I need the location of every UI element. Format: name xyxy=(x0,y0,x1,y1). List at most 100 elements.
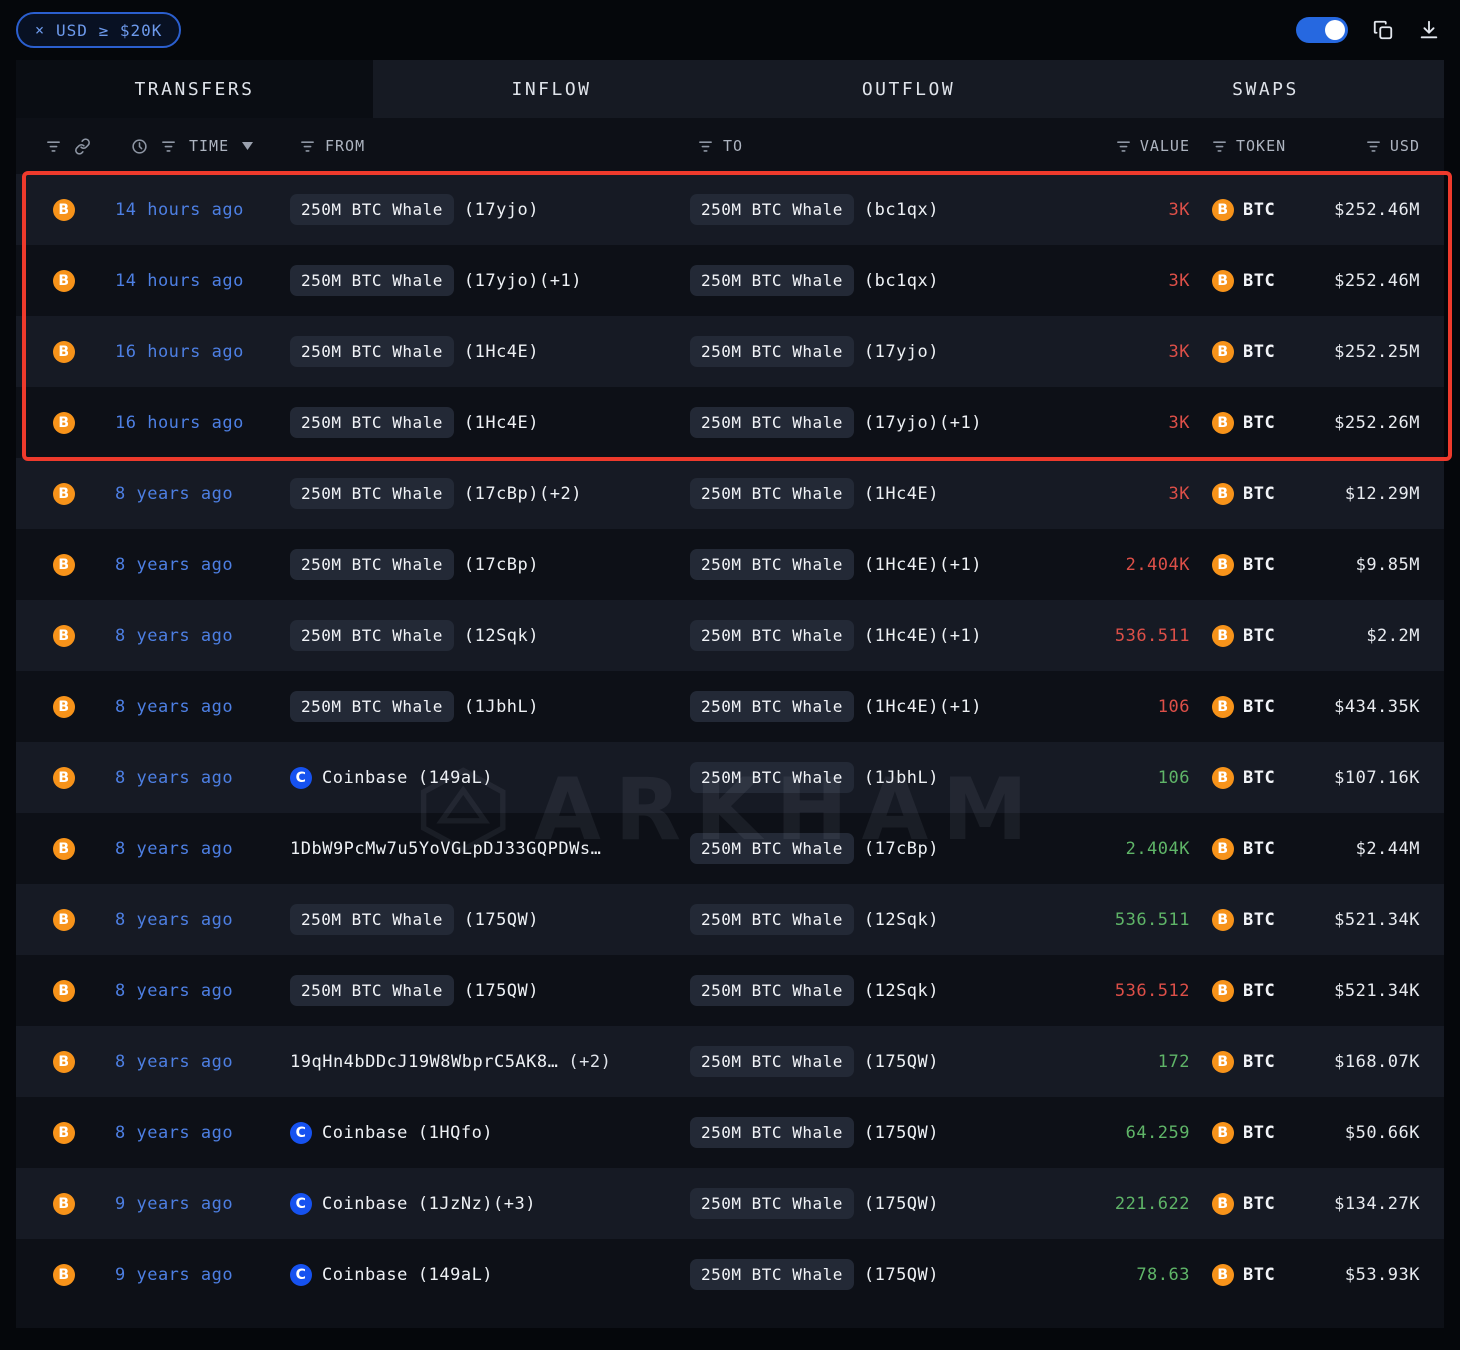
row-from[interactable]: C Coinbase (149aL) xyxy=(290,1264,690,1286)
entity-chip[interactable]: 250M BTC Whale xyxy=(690,904,854,935)
entity-chip[interactable]: 250M BTC Whale xyxy=(690,549,854,580)
table-row[interactable]: B 8 years ago 1DbW9PcMw7u5YoVGLpDJ33GQPD… xyxy=(16,813,1444,884)
row-time[interactable]: 9 years ago xyxy=(112,1265,290,1285)
entity-chip[interactable]: 250M BTC Whale xyxy=(290,265,454,296)
address[interactable]: (175QW) xyxy=(864,1194,939,1214)
row-from[interactable]: 250M BTC Whale (1Hc4E) xyxy=(290,336,690,367)
tab-outflow[interactable]: OUTFLOW xyxy=(730,60,1087,118)
download-icon[interactable] xyxy=(1418,19,1440,41)
address[interactable]: (149aL) xyxy=(418,1265,493,1285)
address[interactable]: (1Hc4E) xyxy=(864,484,939,504)
row-to[interactable]: 250M BTC Whale (17yjo)(+1) xyxy=(690,407,1050,438)
address[interactable]: (17cBp)(+2) xyxy=(464,484,582,504)
tab-transfers[interactable]: TRANSFERS xyxy=(16,60,373,118)
chevron-down-icon[interactable] xyxy=(242,142,253,150)
address[interactable]: (1JbhL) xyxy=(464,697,539,717)
column-header-token[interactable]: TOKEN xyxy=(1236,137,1286,155)
address[interactable]: (12Sqk) xyxy=(864,910,939,930)
row-from[interactable]: C Coinbase (1JzNz)(+3) xyxy=(290,1193,690,1215)
copy-icon[interactable] xyxy=(1372,19,1394,41)
row-from[interactable]: 250M BTC Whale (1JbhL) xyxy=(290,691,690,722)
row-to[interactable]: 250M BTC Whale (175QW) xyxy=(690,1188,1050,1219)
table-row[interactable]: B 8 years ago 250M BTC Whale (175QW) 250… xyxy=(16,955,1444,1026)
row-to[interactable]: 250M BTC Whale (17cBp) xyxy=(690,833,1050,864)
column-header-usd[interactable]: USD xyxy=(1390,137,1420,155)
row-time[interactable]: 8 years ago xyxy=(112,484,290,504)
row-from[interactable]: 250M BTC Whale (175QW) xyxy=(290,904,690,935)
table-row[interactable]: B 8 years ago C Coinbase (1HQfo) 250M BT… xyxy=(16,1097,1444,1168)
entity-chip[interactable]: 250M BTC Whale xyxy=(290,975,454,1006)
address[interactable]: (1HQfo) xyxy=(418,1123,493,1143)
table-row[interactable]: B 8 years ago 250M BTC Whale (1JbhL) 250… xyxy=(16,671,1444,742)
row-from[interactable]: 19qHn4bDDcJ19W8WbprC5AK8… (+2) xyxy=(290,1052,690,1072)
column-header-value[interactable]: VALUE xyxy=(1140,137,1190,155)
row-time[interactable]: 8 years ago xyxy=(112,1123,290,1143)
entity-chip[interactable]: 250M BTC Whale xyxy=(690,833,854,864)
row-to[interactable]: 250M BTC Whale (1Hc4E)(+1) xyxy=(690,549,1050,580)
entity-name[interactable]: Coinbase xyxy=(322,1123,408,1143)
row-time[interactable]: 16 hours ago xyxy=(112,413,290,433)
entity-chip[interactable]: 250M BTC Whale xyxy=(290,549,454,580)
filter-icon[interactable] xyxy=(161,139,176,154)
row-time[interactable]: 8 years ago xyxy=(112,839,290,859)
filter-icon[interactable] xyxy=(300,139,315,154)
entity-chip[interactable]: 250M BTC Whale xyxy=(690,762,854,793)
table-row[interactable]: B 9 years ago C Coinbase (1JzNz)(+3) 250… xyxy=(16,1168,1444,1239)
row-from[interactable]: 250M BTC Whale (1Hc4E) xyxy=(290,407,690,438)
tab-inflow[interactable]: INFLOW xyxy=(373,60,730,118)
column-header-time[interactable]: TIME xyxy=(189,137,229,155)
row-from[interactable]: 1DbW9PcMw7u5YoVGLpDJ33GQPDWs… xyxy=(290,839,690,859)
row-time[interactable]: 8 years ago xyxy=(112,555,290,575)
entity-chip[interactable]: 250M BTC Whale xyxy=(690,691,854,722)
row-to[interactable]: 250M BTC Whale (175QW) xyxy=(690,1259,1050,1290)
row-time[interactable]: 14 hours ago xyxy=(112,200,290,220)
table-row[interactable]: B 8 years ago 250M BTC Whale (17cBp)(+2)… xyxy=(16,458,1444,529)
entity-chip[interactable]: 250M BTC Whale xyxy=(290,194,454,225)
address[interactable]: (12Sqk) xyxy=(464,626,539,646)
entity-chip[interactable]: 250M BTC Whale xyxy=(290,904,454,935)
row-time[interactable]: 8 years ago xyxy=(112,981,290,1001)
row-from[interactable]: 250M BTC Whale (12Sqk) xyxy=(290,620,690,651)
address[interactable]: (1Hc4E) xyxy=(464,342,539,362)
address[interactable]: (175QW) xyxy=(464,981,539,1001)
address[interactable]: (175QW) xyxy=(864,1265,939,1285)
address[interactable]: (17yjo)(+1) xyxy=(464,271,582,291)
address[interactable]: (bc1qx) xyxy=(864,200,939,220)
entity-chip[interactable]: 250M BTC Whale xyxy=(690,975,854,1006)
table-row[interactable]: B 14 hours ago 250M BTC Whale (17yjo)(+1… xyxy=(16,245,1444,316)
row-time[interactable]: 8 years ago xyxy=(112,768,290,788)
entity-chip[interactable]: 250M BTC Whale xyxy=(690,478,854,509)
table-row[interactable]: B 8 years ago C Coinbase (149aL) 250M BT… xyxy=(16,742,1444,813)
entity-chip[interactable]: 250M BTC Whale xyxy=(690,265,854,296)
entity-chip[interactable]: 250M BTC Whale xyxy=(690,336,854,367)
address[interactable]: (1Hc4E) xyxy=(464,413,539,433)
entity-chip[interactable]: 250M BTC Whale xyxy=(290,620,454,651)
address[interactable]: (17cBp) xyxy=(864,839,939,859)
row-from[interactable]: 250M BTC Whale (175QW) xyxy=(290,975,690,1006)
entity-chip[interactable]: 250M BTC Whale xyxy=(690,1259,854,1290)
row-time[interactable]: 8 years ago xyxy=(112,626,290,646)
filter-icon[interactable] xyxy=(46,139,61,154)
column-header-to[interactable]: TO xyxy=(723,137,743,155)
entity-name[interactable]: Coinbase xyxy=(322,1265,408,1285)
row-from[interactable]: 250M BTC Whale (17cBp)(+2) xyxy=(290,478,690,509)
row-to[interactable]: 250M BTC Whale (1Hc4E)(+1) xyxy=(690,691,1050,722)
table-row[interactable]: B 8 years ago 250M BTC Whale (12Sqk) 250… xyxy=(16,600,1444,671)
table-row[interactable]: B 9 years ago C Coinbase (149aL) 250M BT… xyxy=(16,1239,1444,1310)
row-to[interactable]: 250M BTC Whale (17yjo) xyxy=(690,336,1050,367)
row-from[interactable]: 250M BTC Whale (17yjo) xyxy=(290,194,690,225)
filter-icon[interactable] xyxy=(1366,139,1381,154)
entity-chip[interactable]: 250M BTC Whale xyxy=(290,407,454,438)
column-header-from[interactable]: FROM xyxy=(325,137,365,155)
entity-chip[interactable]: 250M BTC Whale xyxy=(290,336,454,367)
address[interactable]: (175QW) xyxy=(464,910,539,930)
row-to[interactable]: 250M BTC Whale (bc1qx) xyxy=(690,265,1050,296)
table-row[interactable]: B 14 hours ago 250M BTC Whale (17yjo) 25… xyxy=(16,174,1444,245)
row-to[interactable]: 250M BTC Whale (bc1qx) xyxy=(690,194,1050,225)
toggle-switch[interactable] xyxy=(1296,17,1348,43)
row-time[interactable]: 8 years ago xyxy=(112,910,290,930)
row-from[interactable]: 250M BTC Whale (17cBp) xyxy=(290,549,690,580)
row-time[interactable]: 14 hours ago xyxy=(112,271,290,291)
address[interactable]: (1JbhL) xyxy=(864,768,939,788)
link-icon[interactable] xyxy=(74,138,91,155)
